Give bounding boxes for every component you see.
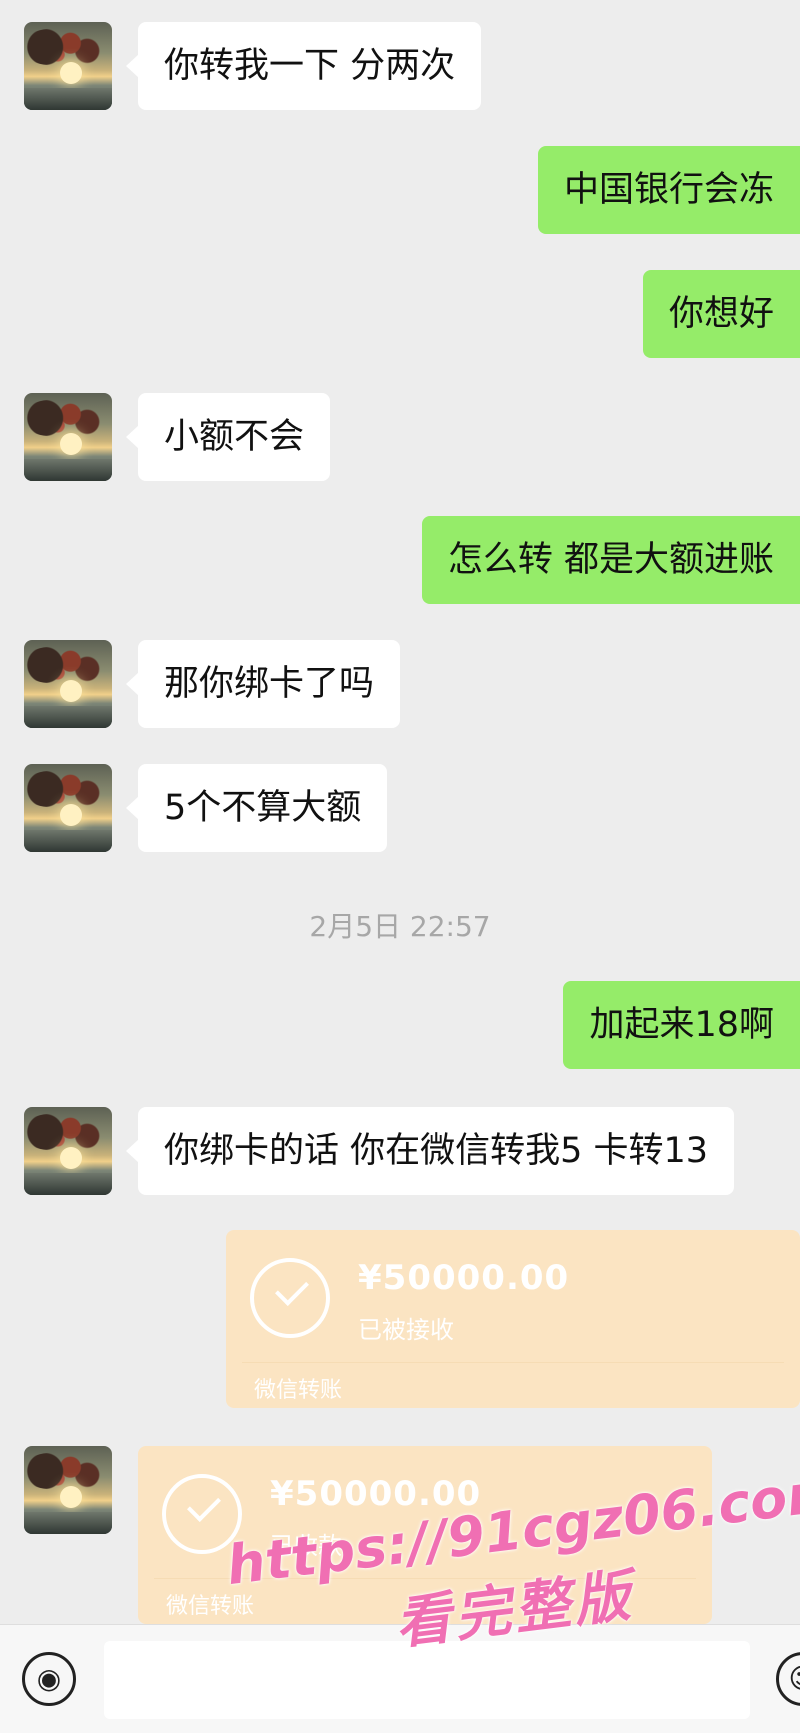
contact-avatar[interactable] <box>24 1446 112 1534</box>
message-outgoing[interactable]: 你想好 <box>642 270 800 358</box>
contact-avatar[interactable] <box>24 764 112 852</box>
message-outgoing[interactable]: 中国银行会冻 <box>537 146 800 234</box>
message-incoming[interactable]: 5个不算大额 <box>125 764 388 852</box>
chat-input-bar: ◉ ☺ <box>0 1624 800 1733</box>
message-timestamp: 2月5日 22:57 <box>309 910 491 943</box>
transfer-divider <box>154 1578 696 1579</box>
contact-avatar[interactable] <box>24 393 112 481</box>
message-incoming[interactable]: 你绑卡的话 你在微信转我5 卡转13 <box>125 1107 735 1195</box>
contact-avatar[interactable] <box>24 1107 112 1195</box>
message-input[interactable] <box>104 1641 750 1719</box>
checkmark-circle-icon <box>250 1258 330 1338</box>
wechat-transfer-card-incoming[interactable]: ¥50000.00 已收款 微信转账 <box>138 1446 712 1624</box>
transfer-label: 微信转账 <box>166 1594 255 1619</box>
emoji-icon[interactable]: ☺ <box>776 1652 800 1706</box>
transfer-amount: ¥50000.00 <box>358 1258 570 1298</box>
message-outgoing[interactable]: 加起来18啊 <box>563 981 800 1069</box>
voice-icon[interactable]: ◉ <box>22 1652 76 1706</box>
message-incoming[interactable]: 那你绑卡了吗 <box>125 640 401 728</box>
message-outgoing[interactable]: 怎么转 都是大额进账 <box>421 516 800 604</box>
contact-avatar[interactable] <box>24 640 112 728</box>
transfer-status: 已收款 <box>270 1532 342 1560</box>
contact-avatar[interactable] <box>24 22 112 110</box>
wechat-transfer-card-outgoing[interactable]: ¥50000.00 已被接收 微信转账 <box>226 1230 800 1408</box>
transfer-divider <box>242 1362 784 1363</box>
transfer-status: 已被接收 <box>358 1316 454 1344</box>
message-incoming[interactable]: 小额不会 <box>125 393 331 481</box>
transfer-amount: ¥50000.00 <box>270 1474 482 1514</box>
checkmark-circle-icon <box>162 1474 242 1554</box>
transfer-label: 微信转账 <box>254 1378 343 1403</box>
message-incoming[interactable]: 你转我一下 分两次 <box>125 22 482 110</box>
